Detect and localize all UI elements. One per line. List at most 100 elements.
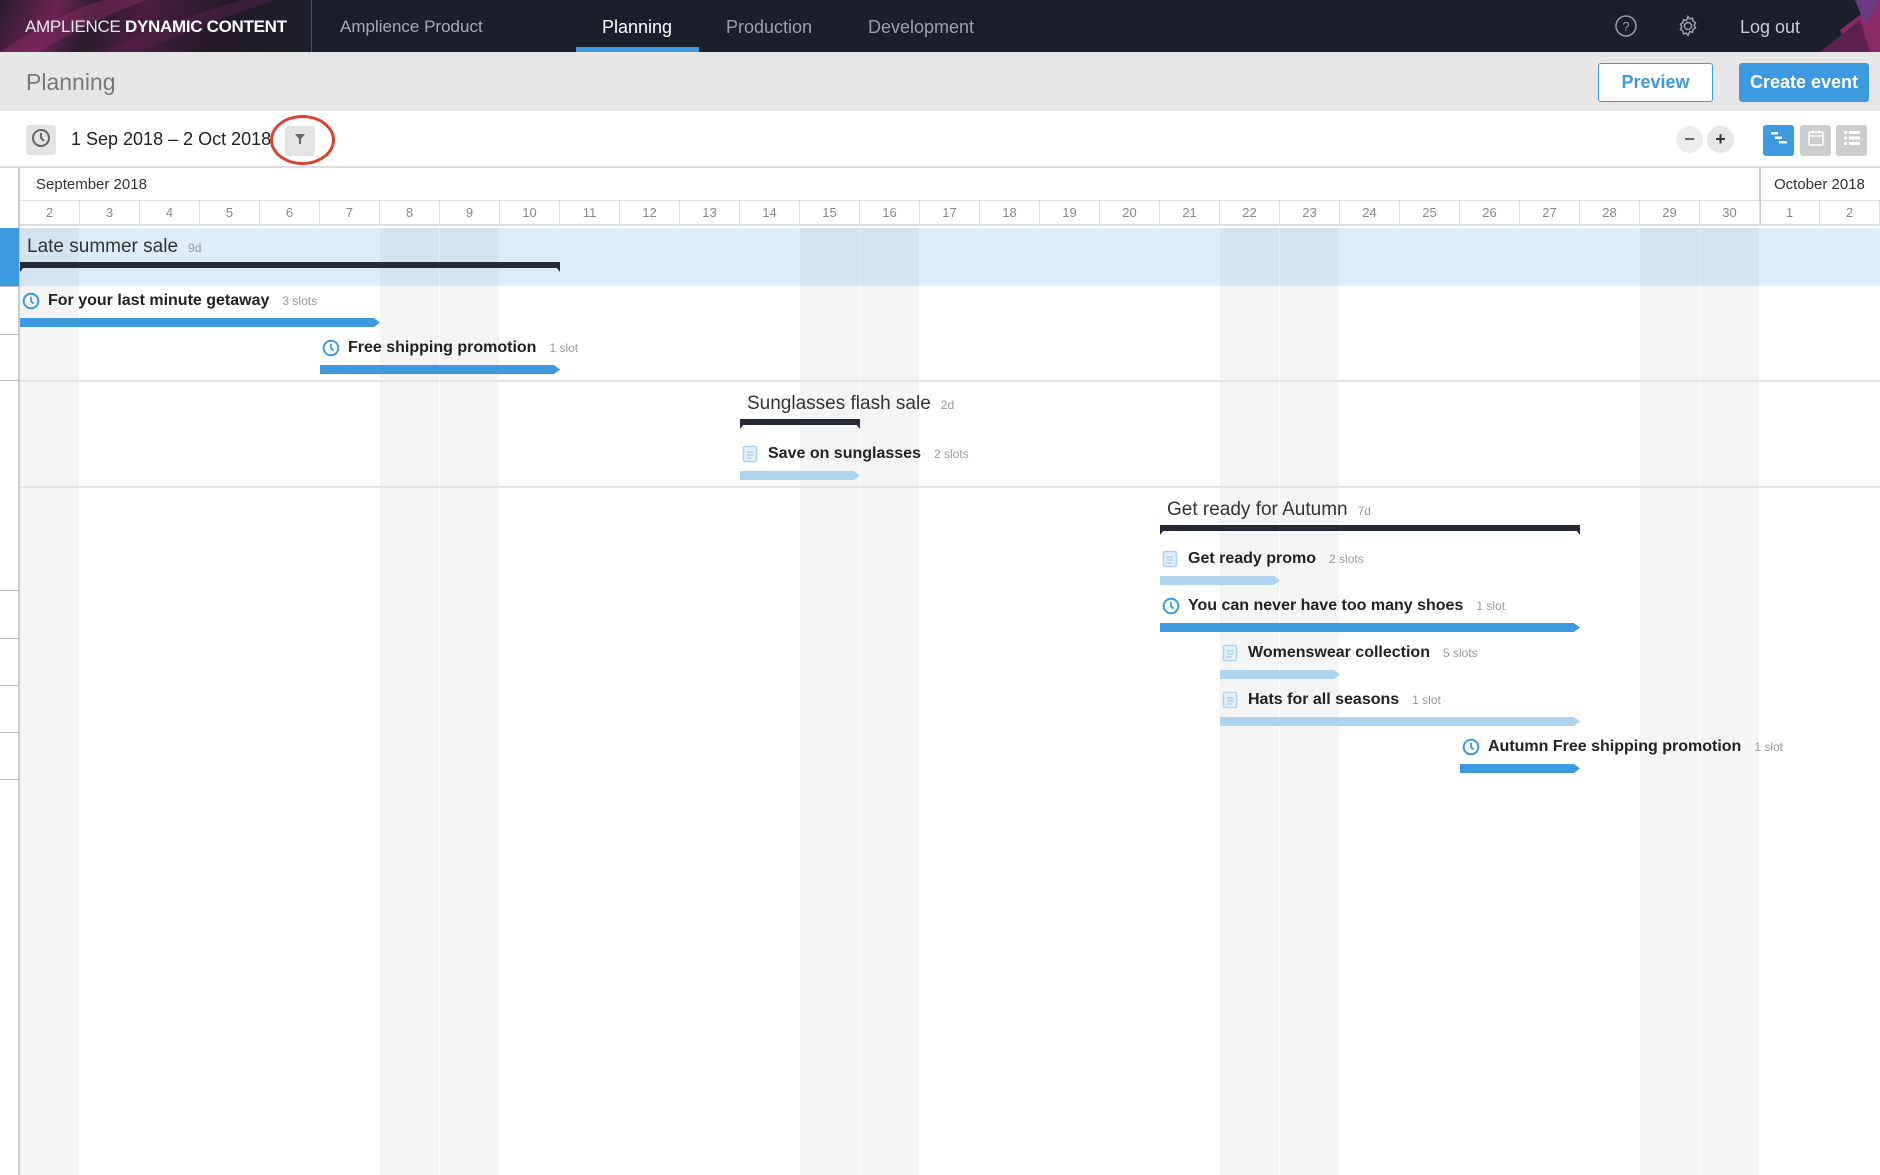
event-duration: 7d [1357, 504, 1371, 518]
day-column-header: 25 [1400, 201, 1460, 225]
day-column-header: 19 [1040, 201, 1100, 225]
gutter-row-line [0, 685, 20, 686]
weekend-column [20, 228, 80, 1175]
tab-planning[interactable]: Planning [602, 17, 672, 38]
zoom-out-button[interactable]: − [1676, 126, 1703, 153]
edition-bar[interactable] [320, 365, 560, 374]
edition-name: Womenswear collection [1248, 644, 1430, 661]
document-icon [1162, 550, 1180, 568]
edition-name: Get ready promo [1188, 550, 1317, 567]
edition-label[interactable]: You can never have too many shoes 1 slot [1162, 597, 1505, 615]
edition-name: Save on sunglasses [768, 445, 921, 462]
gutter-row-line [0, 732, 20, 733]
edition-bar[interactable] [1160, 623, 1580, 632]
list-view-button[interactable] [1836, 125, 1867, 156]
gutter-row-line [0, 779, 20, 780]
day-column-header: 17 [920, 201, 980, 225]
day-column-header: 23 [1280, 201, 1340, 225]
document-icon [1222, 691, 1240, 709]
day-column-header: 29 [1640, 201, 1700, 225]
zoom-in-button[interactable]: + [1707, 126, 1734, 153]
page-title: Planning [26, 69, 116, 95]
day-column-header: 7 [320, 201, 380, 225]
document-icon [1222, 644, 1240, 662]
document-icon [742, 445, 760, 463]
clock-icon [31, 128, 51, 153]
tab-development[interactable]: Development [868, 17, 974, 38]
timeline: September 2018 October 2018 2 3 4 5 6 7 8 9 10 11 1… [0, 168, 1880, 1175]
edition-label[interactable]: Womenswear collection 5 slots [1222, 644, 1478, 662]
day-header: 2 3 4 5 6 7 8 9 10 11 12 13 14 15 16 17 18 19 20 21 22 23 24 25… [20, 201, 1880, 226]
calendar-icon [1807, 129, 1825, 152]
selected-event-band [20, 228, 1880, 286]
month-label: September 2018 [36, 176, 147, 193]
edition-label[interactable]: For your last minute getaway 3 slots [22, 292, 317, 310]
day-column-header: 1 [1760, 201, 1820, 225]
day-column-header: 2 [1820, 201, 1880, 225]
day-column-header: 22 [1220, 201, 1280, 225]
edition-name: Free shipping promotion [348, 339, 537, 356]
tab-production[interactable]: Production [726, 17, 812, 38]
date-range-button[interactable] [26, 125, 56, 155]
help-circle-icon[interactable]: ? [1614, 14, 1638, 38]
clock-icon [322, 339, 340, 357]
day-column-header: 2 [20, 201, 80, 225]
event-title[interactable]: Late summer sale 9d [27, 236, 201, 258]
edition-label[interactable]: Free shipping promotion 1 slot [322, 339, 578, 357]
edition-label[interactable]: Autumn Free shipping promotion 1 slot [1462, 738, 1783, 756]
slot-count: 1 slot [1476, 599, 1506, 613]
day-column-header: 11 [560, 201, 620, 225]
event-title[interactable]: Get ready for Autumn 7d [1167, 499, 1371, 521]
event-span-bracket[interactable] [20, 262, 560, 272]
gutter-row-line [0, 590, 20, 591]
edition-label[interactable]: Save on sunglasses 2 slots [742, 445, 969, 463]
brand-logo[interactable]: AMPLIENCE DYNAMIC CONTENT [0, 0, 312, 52]
day-column-header: 4 [140, 201, 200, 225]
top-navigation-bar: AMPLIENCE DYNAMIC CONTENT Amplience Prod… [0, 0, 1880, 52]
day-column-header: 15 [800, 201, 860, 225]
edition-bar[interactable] [20, 318, 380, 327]
gear-icon[interactable] [1676, 14, 1700, 38]
edition-bar[interactable] [740, 471, 860, 480]
create-event-button[interactable]: Create event [1739, 63, 1869, 102]
event-title[interactable]: Sunglasses flash sale 2d [747, 393, 954, 415]
edition-label[interactable]: Get ready promo 2 slots [1162, 550, 1364, 568]
slot-count: 1 slot [1412, 693, 1441, 707]
day-column-header: 28 [1580, 201, 1640, 225]
brand-name-light: AMPLIENCE [25, 17, 121, 36]
date-range-label[interactable]: 1 Sep 2018 – 2 Oct 2018 [71, 129, 271, 150]
selected-row-marker [0, 228, 19, 286]
day-column-header: 12 [620, 201, 680, 225]
day-column-header: 5 [200, 201, 260, 225]
slot-count: 2 slots [933, 447, 969, 461]
weekend-column [1700, 228, 1760, 1175]
calendar-view-button[interactable] [1800, 125, 1831, 156]
weekend-column [860, 228, 920, 1175]
logout-link[interactable]: Log out [1740, 17, 1800, 38]
gutter-row-line [0, 380, 20, 381]
clock-icon [1162, 597, 1180, 615]
day-column-header: 20 [1100, 201, 1160, 225]
edition-bar[interactable] [1220, 670, 1340, 679]
event-span-bracket[interactable] [740, 419, 860, 429]
slot-count: 1 slot [1754, 740, 1783, 754]
annotation-highlight-circle [270, 115, 335, 165]
preview-button[interactable]: Preview [1598, 63, 1713, 102]
product-selector[interactable]: Amplience Product [340, 17, 483, 37]
edition-bar[interactable] [1160, 576, 1280, 585]
edition-bar[interactable] [1460, 764, 1580, 773]
timeline-view-button[interactable] [1763, 125, 1794, 156]
slot-count: 2 slots [1329, 552, 1364, 566]
edition-bar[interactable] [1220, 717, 1580, 726]
event-name: Sunglasses flash sale [747, 393, 931, 414]
edition-label[interactable]: Hats for all seasons 1 slot [1222, 691, 1441, 709]
brand-name-bold: DYNAMIC CONTENT [125, 17, 287, 36]
day-column-header: 14 [740, 201, 800, 225]
timeline-toolbar: 1 Sep 2018 – 2 Oct 2018 − + [0, 111, 1880, 168]
timeline-grid: Late summer sale 9d For your last minute g… [20, 228, 1880, 1175]
day-column-header: 3 [80, 201, 140, 225]
event-span-bracket[interactable] [1160, 525, 1580, 535]
edition-name: Autumn Free shipping promotion [1488, 738, 1742, 755]
edition-name: For your last minute getaway [48, 292, 270, 309]
slot-count: 3 slots [282, 294, 318, 308]
